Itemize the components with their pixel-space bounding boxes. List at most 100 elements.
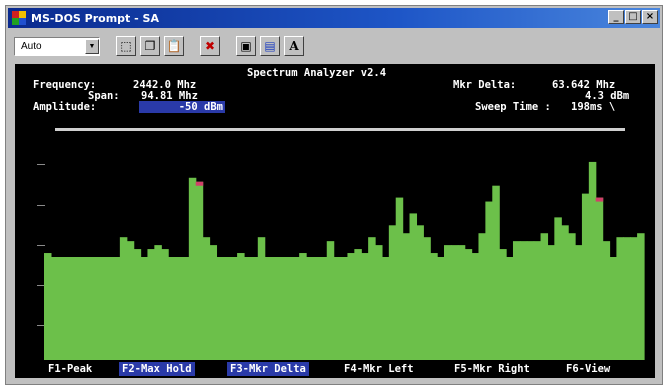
peak-marker bbox=[195, 181, 204, 186]
function-key-4[interactable]: F4-Mkr Left bbox=[341, 362, 417, 376]
spectrum-bar bbox=[368, 237, 376, 360]
msdos-icon bbox=[12, 11, 26, 25]
spectrum-bar bbox=[112, 257, 121, 360]
spectrum-bar bbox=[140, 257, 149, 360]
function-key-6[interactable]: F6-View bbox=[563, 362, 613, 376]
spectrum-bar bbox=[506, 257, 514, 360]
spectrum-bar bbox=[568, 233, 576, 360]
spectrum-bar bbox=[478, 233, 486, 360]
spectrum-bar bbox=[133, 249, 142, 360]
paste-button[interactable]: 📋 bbox=[164, 36, 184, 56]
properties-icon: ▣ bbox=[240, 39, 252, 53]
mark-button[interactable]: ⬚ bbox=[116, 36, 136, 56]
function-key-bar: F1-Peak F2-Max Hold F3-Mkr Delta F4-Mkr Lef… bbox=[15, 362, 655, 376]
spectrum-bar bbox=[395, 197, 404, 360]
spectrum-bar bbox=[444, 245, 452, 360]
spectrum-bar bbox=[78, 257, 86, 360]
spectrum-bar bbox=[402, 233, 411, 360]
spectrum-bar bbox=[354, 249, 362, 360]
spectrum-bar bbox=[388, 225, 397, 360]
fullscreen-button[interactable]: ✖ bbox=[200, 36, 220, 56]
background-icon: ▤ bbox=[264, 39, 276, 53]
spectrum-bar bbox=[57, 257, 66, 360]
spectrum-bar bbox=[450, 245, 459, 360]
spectrum-bar bbox=[99, 257, 107, 360]
spectrum-bar bbox=[581, 193, 590, 360]
spectrum-bar bbox=[64, 257, 73, 360]
spectrum-bar bbox=[257, 237, 266, 360]
spectrum-bar bbox=[161, 249, 169, 360]
spectrum-bar bbox=[92, 257, 100, 360]
font-button[interactable]: A bbox=[284, 36, 304, 56]
spectrum-bar bbox=[271, 257, 280, 360]
window-title: MS-DOS Prompt - SA bbox=[31, 11, 159, 25]
spectrum-bar bbox=[492, 185, 500, 360]
spectrum-bar bbox=[409, 213, 418, 360]
spectrum-bar bbox=[485, 201, 493, 360]
spectrum-plot bbox=[44, 161, 645, 360]
font-icon: A bbox=[289, 39, 299, 53]
spectrum-bar bbox=[512, 241, 521, 360]
spectrum-bar bbox=[223, 257, 231, 360]
spectrum-bar bbox=[437, 257, 445, 360]
spectrum-bar bbox=[312, 257, 321, 360]
spectrum-bar bbox=[71, 257, 80, 360]
function-key-5[interactable]: F5-Mkr Right bbox=[451, 362, 533, 376]
title-bar[interactable]: MS-DOS Prompt - SA _ □ × bbox=[8, 8, 660, 28]
spectrum-bar bbox=[216, 257, 224, 360]
spectrum-bar bbox=[126, 241, 135, 360]
spectrum-bar bbox=[347, 253, 355, 360]
window-controls: _ □ × bbox=[608, 10, 658, 24]
spectrum-bar bbox=[471, 253, 480, 360]
spectrum-bar bbox=[499, 249, 507, 360]
function-key-3[interactable]: F3-Mkr Delta bbox=[227, 362, 309, 376]
function-key-2[interactable]: F2-Max Hold bbox=[119, 362, 195, 376]
spectrum-bar bbox=[319, 257, 328, 360]
spectrum-bar bbox=[333, 257, 342, 360]
spectrum-bar bbox=[244, 257, 252, 360]
fullscreen-icon: ✖ bbox=[204, 39, 216, 53]
properties-button[interactable]: ▣ bbox=[236, 36, 256, 56]
chevron-down-icon[interactable]: ▼ bbox=[85, 38, 99, 54]
dos-screen[interactable]: Spectrum Analyzer v2.4 Frequency: 2442.0… bbox=[15, 64, 655, 378]
spectrum-bar bbox=[306, 257, 314, 360]
spectrum-bar bbox=[147, 249, 155, 360]
spectrum-bar bbox=[264, 257, 273, 360]
copy-button[interactable]: ❐ bbox=[140, 36, 160, 56]
spectrum-bar bbox=[416, 225, 424, 360]
spectrum-bar bbox=[278, 257, 286, 360]
close-button[interactable]: × bbox=[642, 10, 658, 24]
spectrum-bar bbox=[230, 257, 238, 360]
spectrum-bar bbox=[50, 257, 59, 360]
spectrum-bar bbox=[181, 257, 190, 360]
spectrum-bar bbox=[168, 257, 176, 360]
spectrum-bar bbox=[326, 241, 335, 360]
spectrum-bar bbox=[85, 257, 93, 360]
spectrum-bar bbox=[526, 241, 535, 360]
spectrum-bar bbox=[609, 257, 618, 360]
spectrum-bar bbox=[188, 177, 197, 360]
function-key-1[interactable]: F1-Peak bbox=[45, 362, 95, 376]
spectrum-bar bbox=[106, 257, 114, 360]
spectrum-bar bbox=[588, 161, 597, 360]
spectrum-bar bbox=[554, 217, 562, 360]
maximize-button[interactable]: □ bbox=[625, 10, 641, 24]
font-size-value: Auto bbox=[21, 40, 42, 52]
spectrum-bar bbox=[561, 225, 569, 360]
spectrum-bar bbox=[375, 245, 383, 360]
font-size-select[interactable]: Auto ▼ bbox=[14, 36, 100, 56]
spectrum-bar bbox=[361, 253, 369, 360]
spectrum-bar bbox=[44, 253, 52, 360]
spectrum-bar bbox=[547, 245, 555, 360]
spectrum-bar bbox=[623, 237, 631, 360]
spectrum-bar bbox=[464, 249, 473, 360]
spectrum-bar bbox=[237, 253, 245, 360]
spectrum-bar bbox=[616, 237, 624, 360]
background-button[interactable]: ▤ bbox=[260, 36, 280, 56]
spectrum-bar bbox=[533, 241, 542, 360]
spectrum-bar bbox=[423, 237, 431, 360]
spectrum-bar bbox=[285, 257, 293, 360]
spectrum-bar bbox=[195, 181, 204, 360]
minimize-button[interactable]: _ bbox=[608, 10, 624, 24]
copy-icon: ❐ bbox=[144, 39, 156, 53]
